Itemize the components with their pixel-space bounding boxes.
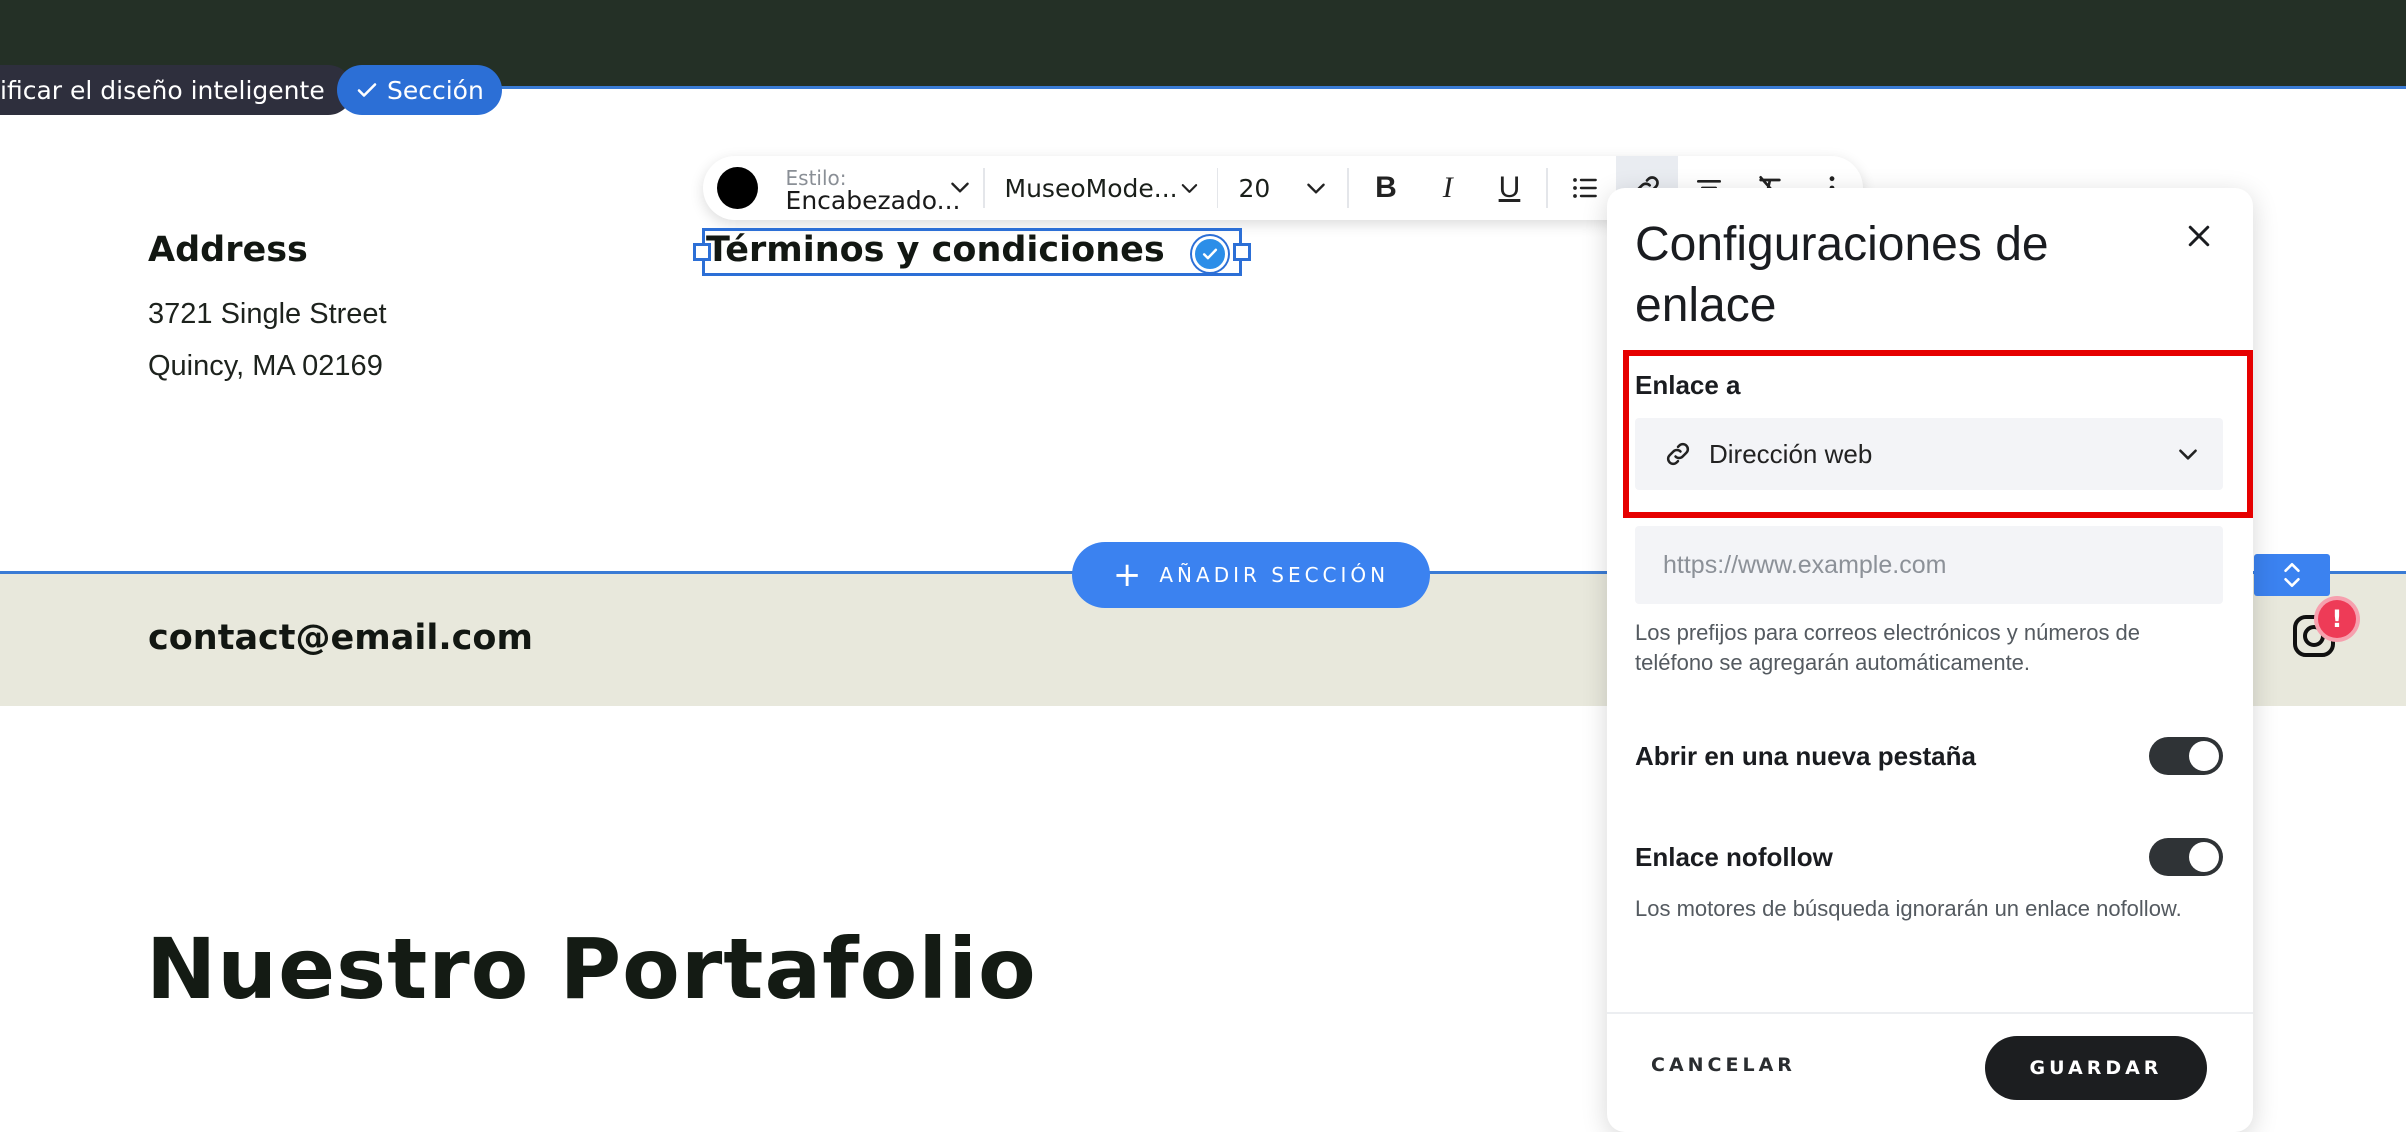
font-value: MuseoMode... [1004,173,1178,203]
toolbar-divider [1347,168,1350,208]
chevron-down-icon [950,182,969,193]
confirm-edit-button[interactable] [1192,236,1228,272]
toolbar-divider [1546,168,1549,208]
section-label: Sección [387,75,484,105]
check-icon [357,83,377,97]
toggle-knob [2189,741,2219,771]
nofollow-help-text: Los motores de búsqueda ignorarán un enl… [1635,896,2182,921]
style-value: Encabezado... [785,186,961,215]
terms-heading[interactable]: Términos y condiciones [706,230,1165,270]
highlight-frame [1623,350,2253,518]
add-section-button[interactable]: + AÑADIR SECCIÓN [1072,542,1430,608]
font-size-dropdown[interactable]: 20 [1224,160,1341,216]
plus-icon: + [1112,555,1142,595]
close-icon [2188,225,2210,247]
text-color-swatch[interactable] [717,167,758,209]
nofollow-toggle[interactable] [2149,838,2223,876]
contact-email[interactable]: contact@email.com [148,618,533,658]
toggle-knob [2189,842,2219,872]
underline-button[interactable]: U [1479,156,1541,220]
italic-button[interactable]: I [1417,156,1479,220]
text-style-dropdown[interactable]: Estilo: Encabezado... [786,160,977,216]
font-size-value: 20 [1238,173,1271,203]
panel-footer-divider [1607,1012,2253,1014]
alert-badge[interactable]: ! [2318,600,2356,638]
save-label: GUARDAR [2029,1057,2163,1079]
resize-handle-right[interactable] [1233,243,1251,261]
close-button[interactable] [2179,216,2219,256]
prefix-help-text: Los prefijos para correos electrónicos y… [1635,620,2141,675]
address-line-2[interactable]: Quincy, MA 02169 [148,350,383,383]
address-heading[interactable]: Address [148,230,308,270]
url-input[interactable] [1635,526,2223,604]
cancel-button[interactable]: CANCELAR [1651,1054,1796,1076]
chevron-down-icon [1307,183,1325,194]
font-family-dropdown[interactable]: MuseoMode... [991,160,1211,216]
underline-icon: U [1498,171,1521,204]
section-button[interactable]: Sección [337,65,502,115]
section-reorder-handle[interactable] [2254,554,2330,596]
panel-title: Configuraciones de enlace [1635,218,2049,332]
new-tab-label: Abrir en una nueva pestaña [1635,741,1976,771]
save-button[interactable]: GUARDAR [1985,1036,2207,1100]
nofollow-label: Enlace nofollow [1635,842,1833,872]
link-settings-panel: Configuraciones de enlace Enlace a Direc… [1607,188,2253,1132]
add-section-label: AÑADIR SECCIÓN [1159,563,1390,587]
smart-layout-button[interactable]: ificar el diseño inteligente [0,65,353,115]
portfolio-heading[interactable]: Nuestro Portafolio [146,920,1037,1018]
new-tab-toggle[interactable] [2149,737,2223,775]
toolbar-divider [982,168,985,208]
bold-button[interactable]: B [1355,156,1417,220]
chevron-down-icon [1181,184,1197,193]
resize-handle-left[interactable] [693,243,711,261]
list-icon [1573,178,1598,198]
bold-icon: B [1375,171,1397,204]
chevron-up-down-icon [2284,563,2300,587]
italic-icon: I [1442,171,1453,204]
smart-layout-label: ificar el diseño inteligente [0,75,325,105]
toolbar-divider [1216,168,1219,208]
address-line-1[interactable]: 3721 Single Street [148,298,387,331]
check-icon [1202,248,1218,260]
